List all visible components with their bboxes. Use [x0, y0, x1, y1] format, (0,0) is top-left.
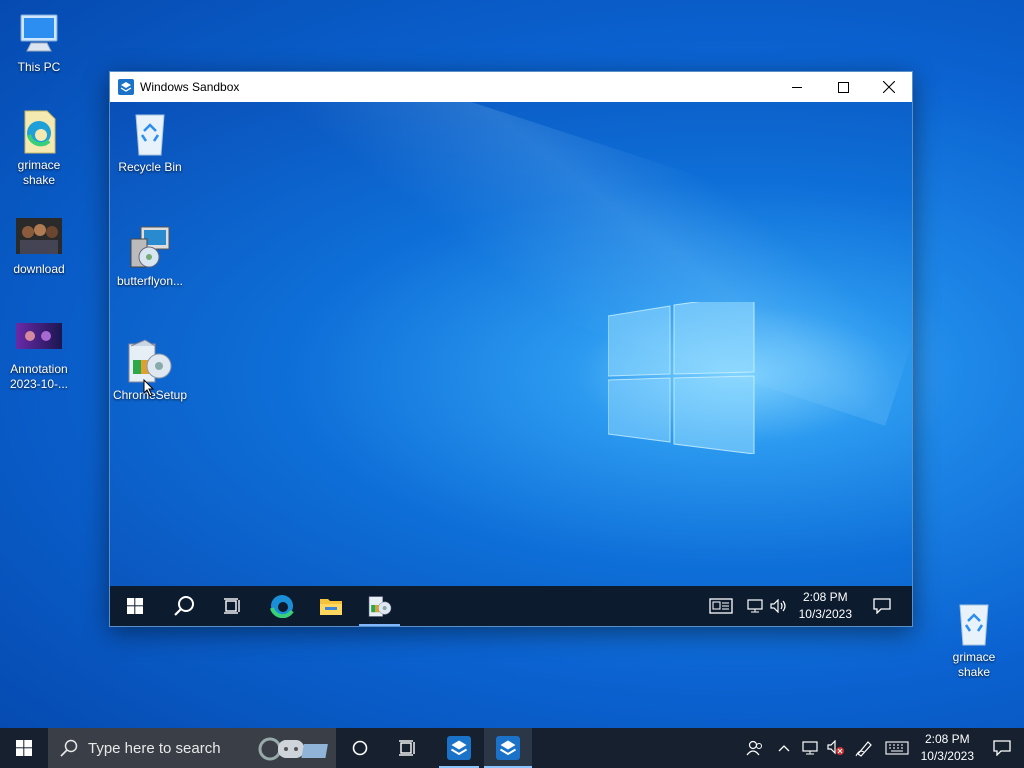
sandbox-app-icon [447, 736, 471, 760]
search-icon [60, 739, 78, 757]
sandbox-desktop[interactable]: Recycle Bin butterflyon... 2:08 PM 10/3/… [110, 102, 912, 626]
taskbar: 2:08 PM 10/3/2023 [0, 728, 1024, 768]
action-center-button[interactable] [980, 728, 1024, 768]
sandbox-taskbar: 2:08 PM 10/3/2023 [110, 586, 912, 626]
task-view-icon [399, 740, 415, 756]
sandbox-clock-date: 10/3/2023 [798, 607, 852, 621]
screenshot-thumbnail-icon [15, 312, 63, 360]
desktop-icon-annotation[interactable]: Annotation 2023-10-... [1, 312, 77, 392]
search-input[interactable] [88, 739, 258, 757]
search-highlight-icon [258, 737, 328, 761]
maximize-button[interactable] [820, 72, 866, 102]
sandbox-clock-time: 2:08 PM [802, 590, 848, 604]
image-thumbnail-icon [15, 212, 63, 260]
recycle-bin-icon [124, 108, 176, 160]
pen-icon [855, 741, 872, 757]
start-button[interactable] [0, 728, 48, 768]
desktop-icon-label: This PC [17, 60, 61, 74]
search-icon [173, 596, 194, 616]
taskbar-sandbox-app-1[interactable] [435, 728, 483, 768]
desktop-icon-this-pc[interactable]: This PC [1, 10, 77, 75]
edge-icon [269, 595, 294, 618]
clock[interactable]: 2:08 PM 10/3/2023 [915, 731, 980, 765]
window-titlebar[interactable]: Windows Sandbox [110, 72, 912, 102]
sandbox-clock[interactable]: 2:08 PM 10/3/2023 [791, 589, 860, 623]
desktop-icon-download[interactable]: download [1, 212, 77, 277]
sandbox-task-view-button[interactable] [208, 586, 257, 626]
sandbox-volume-button[interactable] [767, 586, 791, 626]
task-view-button[interactable] [384, 728, 432, 768]
sandbox-file-explorer-button[interactable] [306, 586, 355, 626]
installer-icon [124, 222, 176, 274]
clock-time: 2:08 PM [924, 732, 970, 746]
sandbox-notifications-button[interactable] [860, 586, 904, 626]
volume-muted-icon [827, 740, 844, 755]
sandbox-search-button[interactable] [159, 586, 208, 626]
volume-button[interactable] [823, 728, 849, 768]
sandbox-app-icon [118, 79, 134, 95]
setup-app-icon [368, 596, 391, 617]
keyboard-icon [885, 741, 909, 755]
sandbox-icon-label: butterflyon... [116, 274, 184, 288]
notifications-icon [873, 598, 891, 614]
minimize-icon [791, 86, 802, 88]
maximize-icon [837, 81, 849, 93]
close-icon [883, 81, 895, 93]
notifications-icon [993, 740, 1011, 756]
sandbox-start-button[interactable] [110, 586, 159, 626]
cortana-icon [352, 740, 368, 756]
sandbox-news-button[interactable] [699, 586, 743, 626]
file-explorer-icon [319, 599, 342, 615]
sandbox-system-tray: 2:08 PM 10/3/2023 [699, 586, 912, 626]
sandbox-network-button[interactable] [743, 586, 767, 626]
volume-icon [770, 599, 786, 613]
sandbox-icon-butterfly[interactable]: butterflyon... [110, 222, 190, 288]
sandbox-app-icon [496, 736, 520, 760]
sandbox-window[interactable]: Windows Sandbox Recycle Bin butterflyon.… [109, 71, 913, 627]
computer-icon [15, 10, 63, 58]
desktop-icon-grimace-shake[interactable]: grimace shake [1, 108, 77, 188]
pen-button[interactable] [849, 728, 879, 768]
windows-logo-wallpaper [608, 302, 755, 454]
mouse-cursor-icon [143, 379, 155, 397]
system-tray: 2:08 PM 10/3/2023 [739, 728, 1024, 768]
search-box[interactable] [48, 728, 336, 768]
edge-document-icon [15, 108, 63, 156]
window-title: Windows Sandbox [140, 80, 240, 94]
chevron-up-icon [778, 745, 790, 752]
minimize-button[interactable] [774, 72, 820, 102]
close-button[interactable] [866, 72, 912, 102]
wallpaper-light-beam [219, 102, 912, 426]
show-hidden-icons-button[interactable] [771, 728, 797, 768]
network-icon [747, 599, 763, 613]
clock-date: 10/3/2023 [920, 749, 974, 763]
people-button[interactable] [739, 728, 771, 768]
people-icon [746, 740, 762, 756]
desktop-icon-label: Annotation 2023-10-... [9, 362, 69, 391]
recycle-bin-icon [950, 600, 998, 648]
desktop-icon-grimace-shake-bin[interactable]: grimace shake [936, 600, 1012, 680]
sandbox-icon-label: Recycle Bin [118, 160, 182, 174]
sandbox-icon-recycle-bin[interactable]: Recycle Bin [110, 108, 190, 174]
sandbox-edge-button[interactable] [257, 586, 306, 626]
desktop-icon-label: grimace shake [17, 158, 61, 187]
taskbar-sandbox-app-2[interactable] [484, 728, 532, 768]
network-icon [802, 741, 818, 755]
network-button[interactable] [797, 728, 823, 768]
touch-keyboard-button[interactable] [879, 728, 915, 768]
cortana-button[interactable] [336, 728, 384, 768]
start-icon [16, 740, 32, 756]
sandbox-setup-app-button[interactable] [355, 586, 404, 626]
start-icon [126, 598, 143, 614]
task-view-icon [223, 598, 240, 614]
news-icon [708, 598, 733, 614]
desktop-icon-label: download [13, 262, 65, 276]
desktop-icon-label: grimace shake [952, 650, 996, 679]
